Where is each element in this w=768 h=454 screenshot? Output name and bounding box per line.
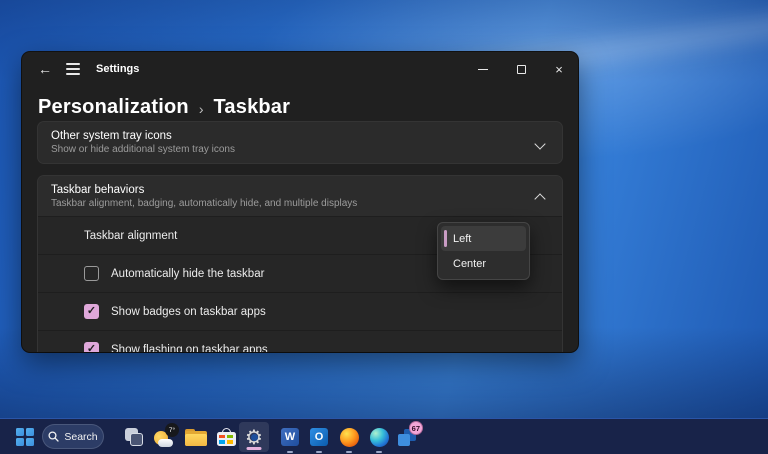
behaviors-header-text: Taskbar behaviors Taskbar alignment, bad… xyxy=(51,184,357,209)
selection-accent-bar xyxy=(444,230,447,247)
dropdown-option-left-label: Left xyxy=(453,233,471,245)
folder-icon xyxy=(185,429,207,446)
show-badges-row: ✓ Show badges on taskbar apps xyxy=(38,292,562,330)
show-flashing-label: Show flashing on taskbar apps xyxy=(111,344,268,353)
taskbar: Search 7° ⚙ xyxy=(0,418,768,454)
running-indicator xyxy=(346,451,352,453)
show-badges-checkbox[interactable]: ✓ xyxy=(84,304,99,319)
settings-taskbar-button[interactable]: ⚙ xyxy=(239,419,269,454)
weather-icon: 7° xyxy=(154,425,178,449)
chevron-down-icon[interactable] xyxy=(536,138,546,148)
close-button[interactable]: × xyxy=(540,52,578,86)
store-button[interactable] xyxy=(212,419,240,454)
firefox-button[interactable] xyxy=(335,419,363,454)
menu-icon[interactable] xyxy=(66,63,80,75)
widgets-button[interactable]: 7° xyxy=(151,419,181,454)
auto-hide-checkbox[interactable] xyxy=(84,266,99,281)
behaviors-card-header[interactable]: Taskbar behaviors Taskbar alignment, bad… xyxy=(38,176,562,216)
dropdown-option-left[interactable]: Left xyxy=(441,226,526,251)
mail-button[interactable]: 67 xyxy=(393,419,421,454)
temperature-badge: 7° xyxy=(165,423,179,437)
file-explorer-button[interactable] xyxy=(182,419,210,454)
back-icon[interactable]: ← xyxy=(38,62,52,76)
word-icon: W xyxy=(281,428,299,446)
dropdown-option-center-label: Center xyxy=(453,258,486,270)
taskbar-alignment-label: Taskbar alignment xyxy=(84,230,177,242)
chevron-up-icon[interactable] xyxy=(536,191,546,201)
behaviors-card-subtitle: Taskbar alignment, badging, automaticall… xyxy=(51,198,357,209)
task-view-icon xyxy=(124,427,144,447)
show-flashing-row: ✓ Show flashing on taskbar apps xyxy=(38,330,562,352)
running-indicator xyxy=(376,451,382,453)
alignment-dropdown: Left Center xyxy=(437,222,530,280)
settings-active-tile: ⚙ xyxy=(239,422,269,452)
store-bag-icon xyxy=(217,428,236,446)
auto-hide-label: Automatically hide the taskbar xyxy=(111,268,264,280)
outlook-button[interactable]: O xyxy=(305,419,333,454)
titlebar: ← Settings × xyxy=(22,52,578,86)
settings-window: ← Settings × Personalization › Taskbar O… xyxy=(22,52,578,352)
tray-icons-card[interactable]: Other system tray icons Show or hide add… xyxy=(38,122,562,163)
edge-icon xyxy=(370,428,389,447)
running-indicator xyxy=(287,451,293,453)
start-button[interactable] xyxy=(10,419,40,454)
windows-logo-icon xyxy=(16,428,34,446)
mail-icon: 67 xyxy=(397,427,417,447)
breadcrumb-separator: › xyxy=(199,99,204,117)
tray-card-text: Other system tray icons Show or hide add… xyxy=(51,130,235,155)
maximize-icon xyxy=(517,65,526,74)
tray-card-subtitle: Show or hide additional system tray icon… xyxy=(51,144,235,155)
show-flashing-checkbox[interactable]: ✓ xyxy=(84,342,99,352)
firefox-icon xyxy=(340,428,359,447)
breadcrumb-current: Taskbar xyxy=(213,96,290,119)
minimize-icon xyxy=(478,69,488,70)
screen: ← Settings × Personalization › Taskbar O… xyxy=(0,0,768,454)
minimize-button[interactable] xyxy=(464,52,502,86)
window-controls: × xyxy=(464,52,578,86)
search-label: Search xyxy=(64,431,97,443)
cloud-icon xyxy=(158,439,173,447)
running-indicator xyxy=(316,451,322,453)
edge-button[interactable] xyxy=(365,419,393,454)
gear-center-dot xyxy=(251,434,258,441)
task-view-button[interactable] xyxy=(120,419,148,454)
tray-card-title: Other system tray icons xyxy=(51,130,235,142)
behaviors-card-title: Taskbar behaviors xyxy=(51,184,357,196)
maximize-button[interactable] xyxy=(502,52,540,86)
search-icon xyxy=(48,431,59,442)
active-underline xyxy=(247,447,262,450)
app-title: Settings xyxy=(96,63,139,75)
word-button[interactable]: W xyxy=(276,419,304,454)
search-button[interactable]: Search xyxy=(42,424,104,449)
breadcrumb-root[interactable]: Personalization xyxy=(38,96,189,119)
show-badges-label: Show badges on taskbar apps xyxy=(111,306,266,318)
titlebar-left: ← Settings xyxy=(22,62,139,76)
notification-badge: 67 xyxy=(409,421,423,435)
breadcrumb: Personalization › Taskbar xyxy=(22,86,578,119)
outlook-icon: O xyxy=(310,428,328,446)
dropdown-option-center[interactable]: Center xyxy=(441,251,526,276)
